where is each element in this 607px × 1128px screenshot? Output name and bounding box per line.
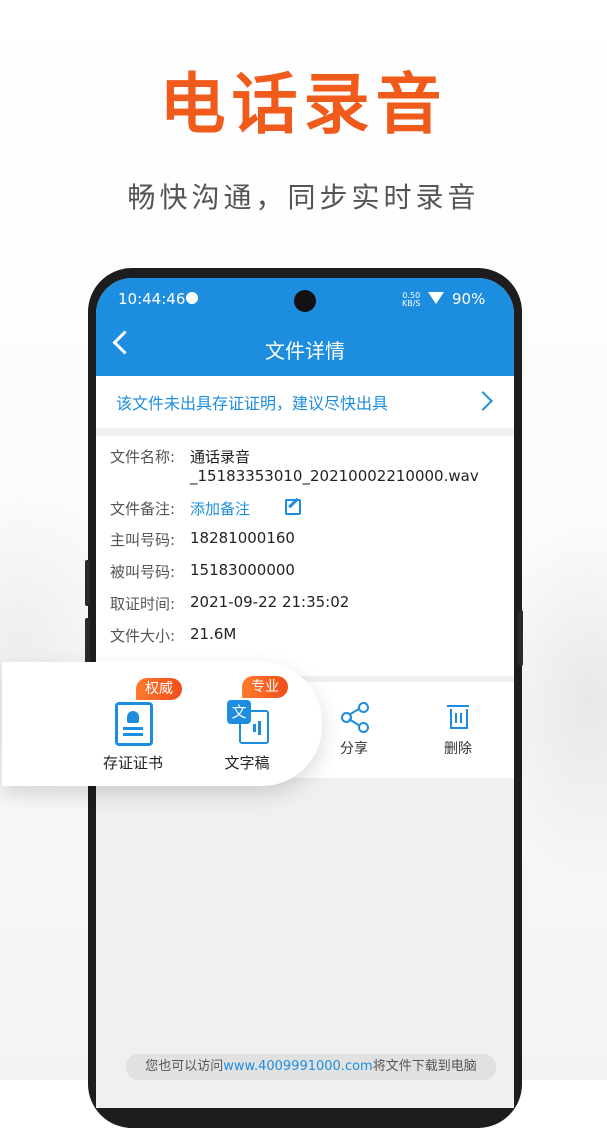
network-speed: 0.50 KB/S [402,292,421,308]
edit-icon[interactable] [285,499,301,515]
front-camera [294,290,316,312]
file-name-line1: 通话录音 [190,448,251,466]
certificate-icon [111,698,155,746]
share-button[interactable]: 分享 [314,702,394,758]
phone-side-button [85,618,90,664]
file-name-value: 通话录音 _15183353010_20210002210000.wav [190,446,479,485]
chevron-right-icon [473,391,493,411]
transcript-icon: 文 [225,698,269,744]
file-note-label: 文件备注: [110,500,176,518]
caller-row: 主叫号码: 18281000160 [110,529,295,550]
status-time: 10:44:46 [118,290,186,308]
transcript-button[interactable]: 文 文字稿 [192,698,302,773]
transcript-label: 文字稿 [224,754,270,772]
download-hint-suffix: 将文件下载到电脑 [372,1059,477,1074]
evidence-time-row: 取证时间: 2021-09-22 21:35:02 [110,593,349,614]
app-bar: 10:44:46 0.50 KB/S 90% 文件详情 [96,278,514,376]
download-hint-prefix: 您也可以访问 [145,1059,224,1074]
professional-badge: 专业 [242,676,288,698]
delete-label: 删除 [444,741,472,757]
share-icon [339,702,369,733]
notice-text: 该文件未出具存证证明，建议尽快出具 [116,394,389,413]
delete-button[interactable]: 删除 [418,702,498,758]
share-label: 分享 [340,741,368,757]
evidence-time-label: 取证时间: [110,595,176,613]
download-hint: 您也可以访问www.4009991000.com将文件下载到电脑 [126,1054,496,1080]
download-url-link[interactable]: www.4009991000.com [223,1059,372,1074]
phone-side-button [518,610,523,666]
feature-card: 存证证书 权威 文 文字稿 专业 [2,662,322,786]
certificate-notice[interactable]: 该文件未出具存证证明，建议尽快出具 [96,376,514,428]
wifi-icon [428,292,444,304]
phone-side-button [85,560,90,606]
caller-label: 主叫号码: [110,531,176,549]
transcript-glyph: 文 [227,700,251,724]
file-name-label: 文件名称: [110,448,176,466]
battery-level: 90% [452,290,486,308]
add-note-link[interactable]: 添加备注 [190,498,250,519]
caller-value: 18281000160 [190,529,295,547]
callee-row: 被叫号码: 15183000000 [110,561,295,582]
clock-icon [186,292,198,304]
certificate-button[interactable]: 存证证书 [78,698,188,773]
file-note-row: 文件备注: 添加备注 [110,498,301,519]
trash-icon [443,702,473,732]
network-speed-unit: KB/S [402,299,421,308]
authority-badge: 权威 [136,678,182,700]
file-details: 文件名称: 通话录音 _15183353010_20210002210000.w… [96,436,514,676]
page-title: 文件详情 [265,339,345,363]
hero-subtitle: 畅快沟通，同步实时录音 [127,181,480,214]
hero-title: 电话录音 [159,66,448,143]
certificate-label: 存证证书 [102,754,163,772]
file-name-line2: _15183353010_20210002210000.wav [190,467,479,485]
file-size-value: 21.6M [190,625,237,643]
file-size-row: 文件大小: 21.6M [110,625,236,646]
callee-label: 被叫号码: [110,563,176,581]
callee-value: 15183000000 [190,561,295,579]
file-name-row: 文件名称: 通话录音 _15183353010_20210002210000.w… [110,446,479,485]
evidence-time-value: 2021-09-22 21:35:02 [190,593,350,611]
file-size-label: 文件大小: [110,627,176,645]
